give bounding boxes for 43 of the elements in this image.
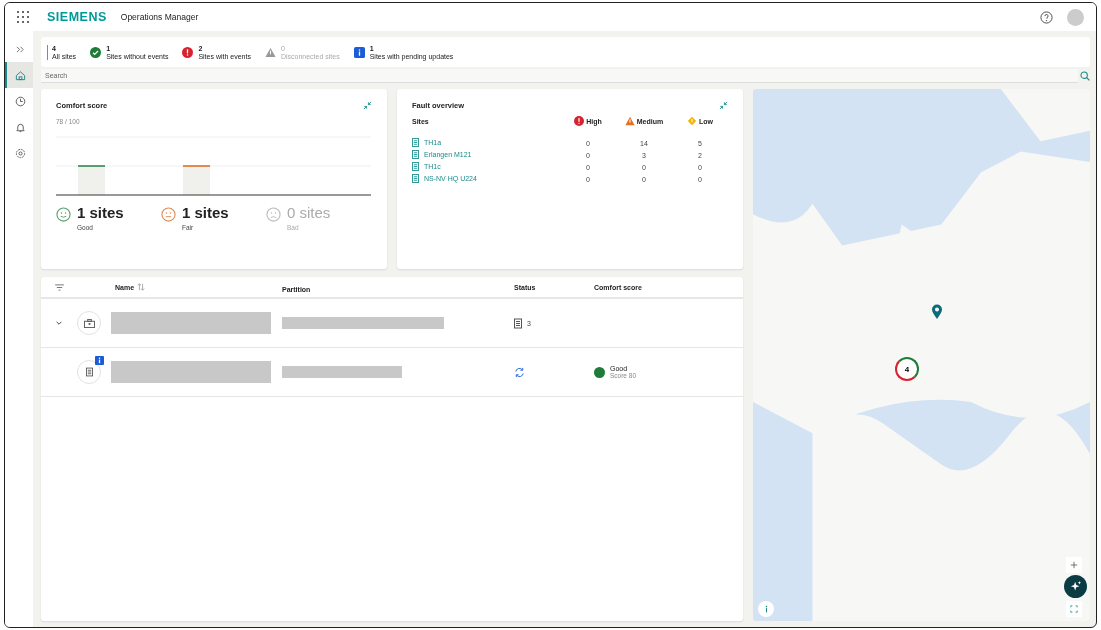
zoom-in-button[interactable] bbox=[1066, 557, 1082, 573]
sad-face-icon bbox=[266, 207, 281, 222]
site-count: 1 sites bbox=[182, 204, 229, 221]
map-view[interactable]: 4 bbox=[753, 89, 1090, 621]
check-circle-icon bbox=[90, 46, 102, 58]
building-icon bbox=[412, 162, 419, 171]
settings-icon bbox=[14, 147, 26, 159]
search-icon[interactable] bbox=[1080, 71, 1090, 81]
clock-icon bbox=[14, 95, 26, 107]
map-pin-icon[interactable] bbox=[931, 303, 943, 320]
site-count: 0 sites bbox=[287, 204, 331, 221]
sort-icon[interactable] bbox=[137, 283, 146, 291]
building-icon bbox=[412, 174, 419, 183]
app-title: Operations Manager bbox=[120, 12, 199, 22]
site-count: 1 sites bbox=[77, 204, 124, 221]
info-icon bbox=[764, 605, 768, 613]
sidebar-item[interactable] bbox=[5, 62, 33, 88]
error-icon bbox=[574, 116, 585, 126]
app-launcher-icon[interactable] bbox=[17, 11, 29, 23]
warning-icon bbox=[624, 116, 635, 126]
filter-icon[interactable] bbox=[54, 283, 64, 291]
fullscreen-icon bbox=[1070, 605, 1078, 613]
sync-icon bbox=[514, 366, 525, 378]
fullscreen-button[interactable] bbox=[1066, 601, 1082, 617]
building-icon bbox=[412, 138, 419, 147]
diamond-icon bbox=[687, 116, 697, 126]
bell-icon bbox=[14, 121, 26, 133]
smiley-icon bbox=[56, 207, 71, 222]
brand-logo: SIEMENS bbox=[47, 10, 107, 24]
help-icon[interactable] bbox=[1040, 10, 1053, 24]
smiley-icon bbox=[161, 207, 176, 222]
plus-icon bbox=[1070, 561, 1078, 569]
info-icon bbox=[353, 46, 365, 58]
expand-icon bbox=[15, 44, 25, 54]
building-icon bbox=[514, 317, 522, 329]
collapse-icon[interactable] bbox=[719, 101, 728, 110]
warning-icon bbox=[264, 46, 276, 58]
building-icon bbox=[412, 150, 419, 159]
info-badge-icon bbox=[95, 356, 104, 365]
home-icon bbox=[14, 69, 26, 81]
error-icon bbox=[182, 46, 194, 58]
collapse-icon[interactable] bbox=[363, 101, 372, 110]
chevron-icon[interactable] bbox=[55, 319, 63, 327]
